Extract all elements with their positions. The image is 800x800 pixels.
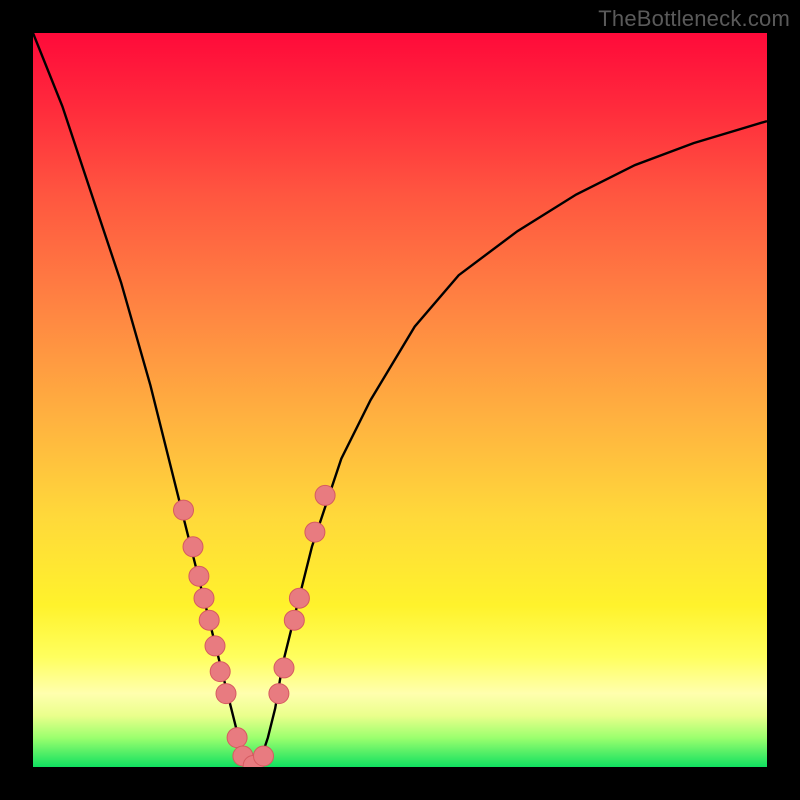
watermark-text: TheBottleneck.com: [598, 6, 790, 32]
marker-point: [174, 500, 194, 520]
marker-point: [315, 485, 335, 505]
marker-point: [274, 658, 294, 678]
marker-point: [269, 684, 289, 704]
marker-point: [227, 728, 247, 748]
marker-point: [199, 610, 219, 630]
marker-point: [194, 588, 214, 608]
bottleneck-curve: [33, 33, 767, 767]
marker-point: [189, 566, 209, 586]
marker-point: [254, 746, 274, 766]
chart-svg: [33, 33, 767, 767]
chart-frame: TheBottleneck.com: [0, 0, 800, 800]
marker-point: [183, 537, 203, 557]
marker-group: [174, 485, 336, 767]
marker-point: [289, 588, 309, 608]
marker-point: [210, 662, 230, 682]
marker-point: [216, 684, 236, 704]
marker-point: [305, 522, 325, 542]
marker-point: [284, 610, 304, 630]
marker-point: [205, 636, 225, 656]
plot-area: [33, 33, 767, 767]
